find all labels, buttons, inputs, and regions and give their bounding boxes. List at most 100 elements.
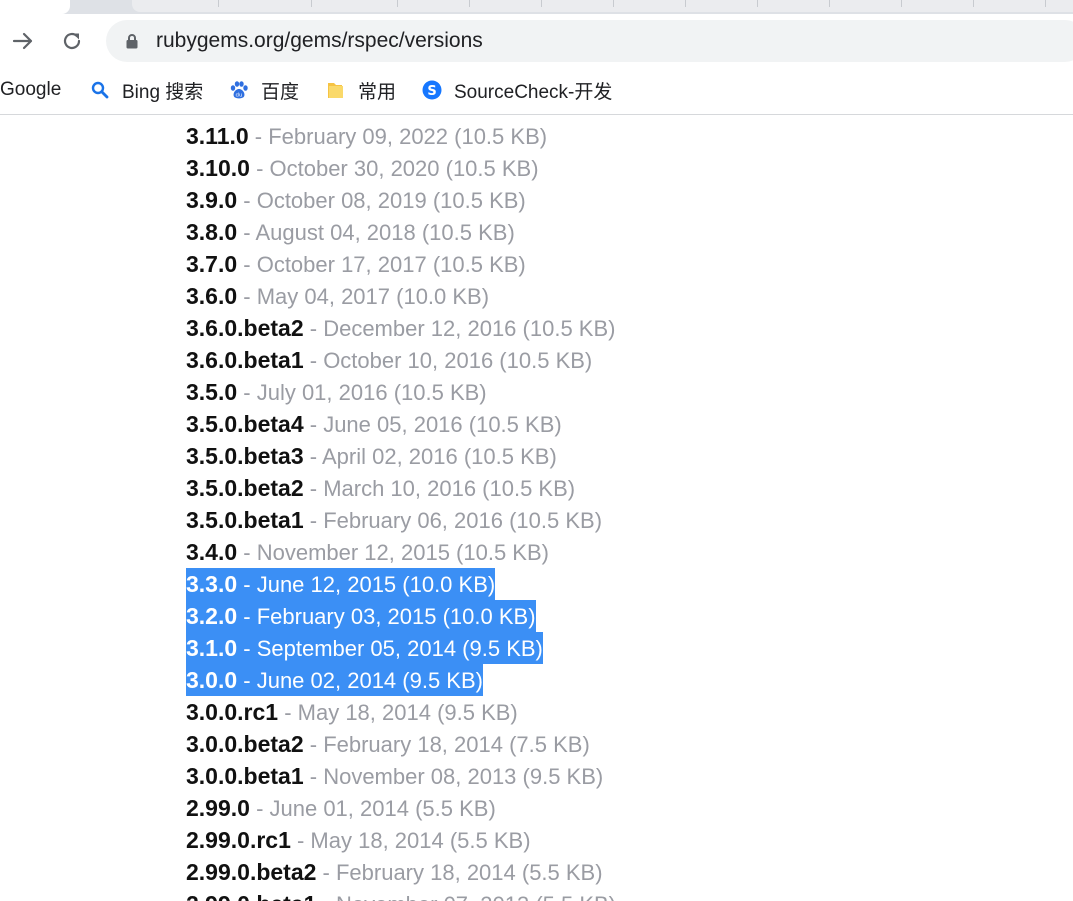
version-link[interactable]: 3.8.0 — [186, 219, 237, 245]
version-meta: - June 05, 2016 (10.5 KB) — [303, 412, 562, 437]
bookmark-label: 常用 — [358, 81, 397, 103]
tab-inactive[interactable] — [132, 0, 1073, 12]
tab-separator — [901, 0, 902, 7]
version-meta: - February 18, 2014 (7.5 KB) — [303, 732, 590, 757]
version-meta: - November 12, 2015 (10.5 KB) — [237, 540, 549, 565]
version-meta: - October 08, 2019 (10.5 KB) — [237, 188, 526, 213]
tab-separator — [757, 0, 758, 7]
version-link[interactable]: 3.0.0.beta1 — [186, 763, 304, 789]
version-link[interactable]: 3.5.0 — [186, 379, 237, 405]
versions-list: 3.11.0 - February 09, 2022 (10.5 KB) 3.1… — [186, 120, 616, 901]
version-meta: - September 05, 2014 (9.5 KB) — [237, 636, 543, 661]
tab-separator — [311, 0, 312, 7]
url-text[interactable]: rubygems.org/gems/rspec/versions — [156, 29, 483, 53]
version-link[interactable]: 3.7.0 — [186, 251, 237, 277]
version-meta: - May 04, 2017 (10.0 KB) — [237, 284, 490, 309]
version-row: 3.5.0.beta1 - February 06, 2016 (10.5 KB… — [186, 504, 616, 536]
version-row-selected: 3.0.0 - June 02, 2014 (9.5 KB) — [186, 664, 616, 696]
version-meta: - February 03, 2015 (10.0 KB) — [237, 604, 536, 629]
version-link[interactable]: 3.4.0 — [186, 539, 237, 565]
version-row: 3.6.0 - May 04, 2017 (10.0 KB) — [186, 280, 616, 312]
tab-separator — [469, 0, 470, 7]
tab-separator — [1045, 0, 1046, 7]
bookmark-label: Google — [0, 79, 62, 100]
version-row: 3.11.0 - February 09, 2022 (10.5 KB) — [186, 120, 616, 152]
version-link[interactable]: 2.99.0.beta2 — [186, 859, 316, 885]
version-meta: - November 08, 2013 (9.5 KB) — [303, 764, 604, 789]
version-row: 3.8.0 - August 04, 2018 (10.5 KB) — [186, 216, 616, 248]
version-link[interactable]: 3.5.0.beta1 — [186, 507, 304, 533]
version-link[interactable]: 3.6.0 — [186, 283, 237, 309]
version-meta: - June 01, 2014 (5.5 KB) — [249, 796, 496, 821]
version-row: 3.6.0.beta2 - December 12, 2016 (10.5 KB… — [186, 312, 616, 344]
version-meta: - February 09, 2022 (10.5 KB) — [248, 124, 548, 149]
version-link[interactable]: 3.9.0 — [186, 187, 237, 213]
version-meta: - February 06, 2016 (10.5 KB) — [303, 508, 603, 533]
bookmark-label: Bing 搜索 — [122, 81, 204, 103]
tab-separator — [397, 0, 398, 7]
version-link[interactable]: 2.99.0 — [186, 795, 250, 821]
address-bar[interactable]: rubygems.org/gems/rspec/versions — [106, 20, 1073, 62]
version-row: 3.9.0 - October 08, 2019 (10.5 KB) — [186, 184, 616, 216]
arrow-right-icon — [12, 32, 33, 50]
s-badge-icon: S — [422, 80, 442, 100]
version-link[interactable]: 3.10.0 — [186, 155, 250, 181]
version-row: 3.0.0.beta1 - November 08, 2013 (9.5 KB) — [186, 760, 616, 792]
bookmark-label: SourceCheck-开发 — [454, 81, 613, 103]
svg-text:S: S — [427, 84, 436, 99]
bookmark-sourcecheck[interactable]: S SourceCheck-开发 — [422, 77, 612, 103]
version-row: 2.99.0.beta1 - November 07, 2013 (5.5 KB… — [186, 888, 616, 901]
version-row-selected: 3.1.0 - September 05, 2014 (9.5 KB) — [186, 632, 616, 664]
folder-icon — [326, 80, 346, 100]
page-content: 3.11.0 - February 09, 2022 (10.5 KB) 3.1… — [0, 115, 1073, 901]
bookmark-folder-common[interactable]: 常用 — [326, 77, 396, 103]
version-link[interactable]: 3.0.0.beta2 — [186, 731, 304, 757]
version-meta: - October 17, 2017 (10.5 KB) — [237, 252, 526, 277]
version-meta: - July 01, 2016 (10.5 KB) — [237, 380, 487, 405]
reload-button[interactable] — [57, 26, 87, 56]
version-link[interactable]: 2.99.0.beta1 — [186, 891, 316, 901]
paw-icon: du — [229, 80, 249, 100]
version-link[interactable]: 3.5.0.beta3 — [186, 443, 304, 469]
version-link[interactable]: 3.3.0 — [186, 571, 237, 597]
version-row-selected: 3.2.0 - February 03, 2015 (10.0 KB) — [186, 600, 616, 632]
bookmark-google[interactable]: Google — [0, 77, 61, 103]
bookmark-baidu[interactable]: du 百度 — [229, 77, 299, 103]
version-meta: - June 02, 2014 (9.5 KB) — [237, 668, 483, 693]
version-link[interactable]: 3.6.0.beta1 — [186, 347, 304, 373]
version-link[interactable]: 2.99.0.rc1 — [186, 827, 291, 853]
version-link[interactable]: 3.11.0 — [186, 123, 249, 149]
version-meta: - June 12, 2015 (10.0 KB) — [237, 572, 496, 597]
version-link[interactable]: 3.2.0 — [186, 603, 237, 629]
version-meta: - August 04, 2018 (10.5 KB) — [237, 220, 515, 245]
version-link[interactable]: 3.6.0.beta2 — [186, 315, 304, 341]
svg-text:du: du — [236, 93, 243, 99]
version-link[interactable]: 3.5.0.beta4 — [186, 411, 304, 437]
tab-separator — [685, 0, 686, 7]
tab-separator — [973, 0, 974, 7]
version-link[interactable]: 3.0.0.rc1 — [186, 699, 278, 725]
version-row: 3.5.0 - July 01, 2016 (10.5 KB) — [186, 376, 616, 408]
tab-separator — [218, 0, 219, 7]
bookmark-bing[interactable]: Bing 搜索 — [90, 77, 203, 103]
version-row: 2.99.0.rc1 - May 18, 2014 (5.5 KB) — [186, 824, 616, 856]
version-meta: - December 12, 2016 (10.5 KB) — [303, 316, 616, 341]
version-meta: - March 10, 2016 (10.5 KB) — [303, 476, 576, 501]
bookmarks-bar: Google Bing 搜索 du 百度 常用 S SourceCheck-开发 — [0, 68, 1073, 115]
version-row: 3.0.0.beta2 - February 18, 2014 (7.5 KB) — [186, 728, 616, 760]
browser-toolbar: rubygems.org/gems/rspec/versions — [0, 14, 1073, 68]
bookmark-label: 百度 — [261, 81, 300, 103]
tab-separator — [541, 0, 542, 7]
version-row: 3.0.0.rc1 - May 18, 2014 (9.5 KB) — [186, 696, 616, 728]
version-link[interactable]: 3.5.0.beta2 — [186, 475, 304, 501]
search-icon — [90, 80, 110, 100]
version-meta: - May 18, 2014 (5.5 KB) — [290, 828, 531, 853]
version-row-selected: 3.3.0 - June 12, 2015 (10.0 KB) — [186, 568, 616, 600]
version-meta: - May 18, 2014 (9.5 KB) — [278, 700, 518, 725]
forward-button[interactable] — [8, 26, 38, 56]
tab-active[interactable] — [0, 0, 70, 14]
version-link[interactable]: 3.1.0 — [186, 635, 237, 661]
version-link[interactable]: 3.0.0 — [186, 667, 237, 693]
version-row: 3.4.0 - November 12, 2015 (10.5 KB) — [186, 536, 616, 568]
version-row: 3.5.0.beta3 - April 02, 2016 (10.5 KB) — [186, 440, 616, 472]
